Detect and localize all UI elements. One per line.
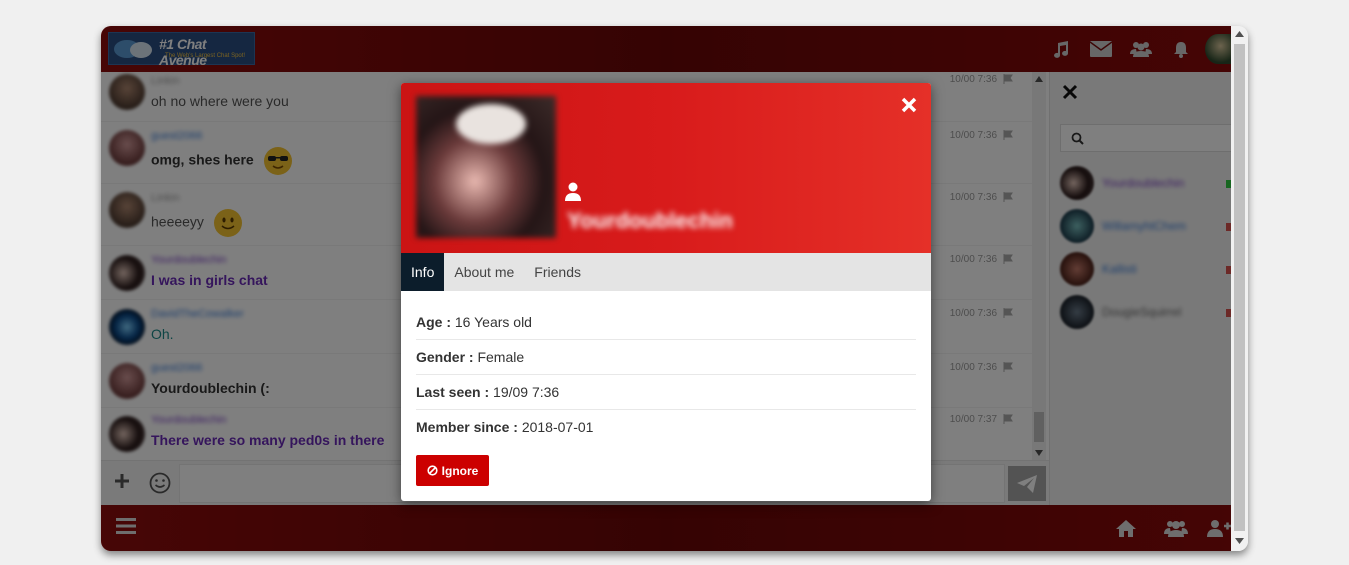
info-row-member-since: Member since : 2018-07-01 [416,410,916,445]
scroll-up-arrow-icon[interactable] [1235,31,1244,37]
info-row-age: Age : 16 Years old [416,305,916,340]
info-value: 16 Years old [454,314,532,330]
info-value: Female [477,349,525,365]
info-label: Member since : [416,419,518,435]
info-row-last-seen: Last seen : 19/09 7:36 [416,375,916,410]
info-label: Last seen : [416,384,490,400]
ignore-button[interactable]: Ignore [416,455,489,486]
profile-header: Yourdoublechin [401,83,931,253]
profile-modal: Yourdoublechin Info About me Friends Age… [401,83,931,501]
profile-tabs: Info About me Friends [401,253,931,291]
tab-info[interactable]: Info [401,253,445,291]
profile-photo[interactable] [416,96,556,238]
close-icon[interactable] [901,97,917,113]
tab-about-me[interactable]: About me [444,253,524,291]
chat-window: #1 Chat Avenue The Web's Largest Chat Sp… [101,26,1248,551]
profile-photo-highlight [456,104,526,144]
profile-info: Age : 16 Years old Gender : Female Last … [416,305,916,445]
info-label: Age : [416,314,451,330]
page-scrollbar[interactable] [1231,26,1248,551]
user-icon [565,182,581,201]
tab-friends[interactable]: Friends [524,253,591,291]
ignore-button-label: Ignore [441,463,479,478]
ban-icon [427,465,438,476]
info-row-gender: Gender : Female [416,340,916,375]
info-value: 2018-07-01 [521,419,594,435]
info-label: Gender : [416,349,474,365]
profile-username: Yourdoublechin [567,208,733,233]
page-scrollbar-thumb[interactable] [1234,44,1245,531]
info-value: 19/09 7:36 [493,384,560,400]
scroll-down-arrow-icon[interactable] [1235,538,1244,544]
